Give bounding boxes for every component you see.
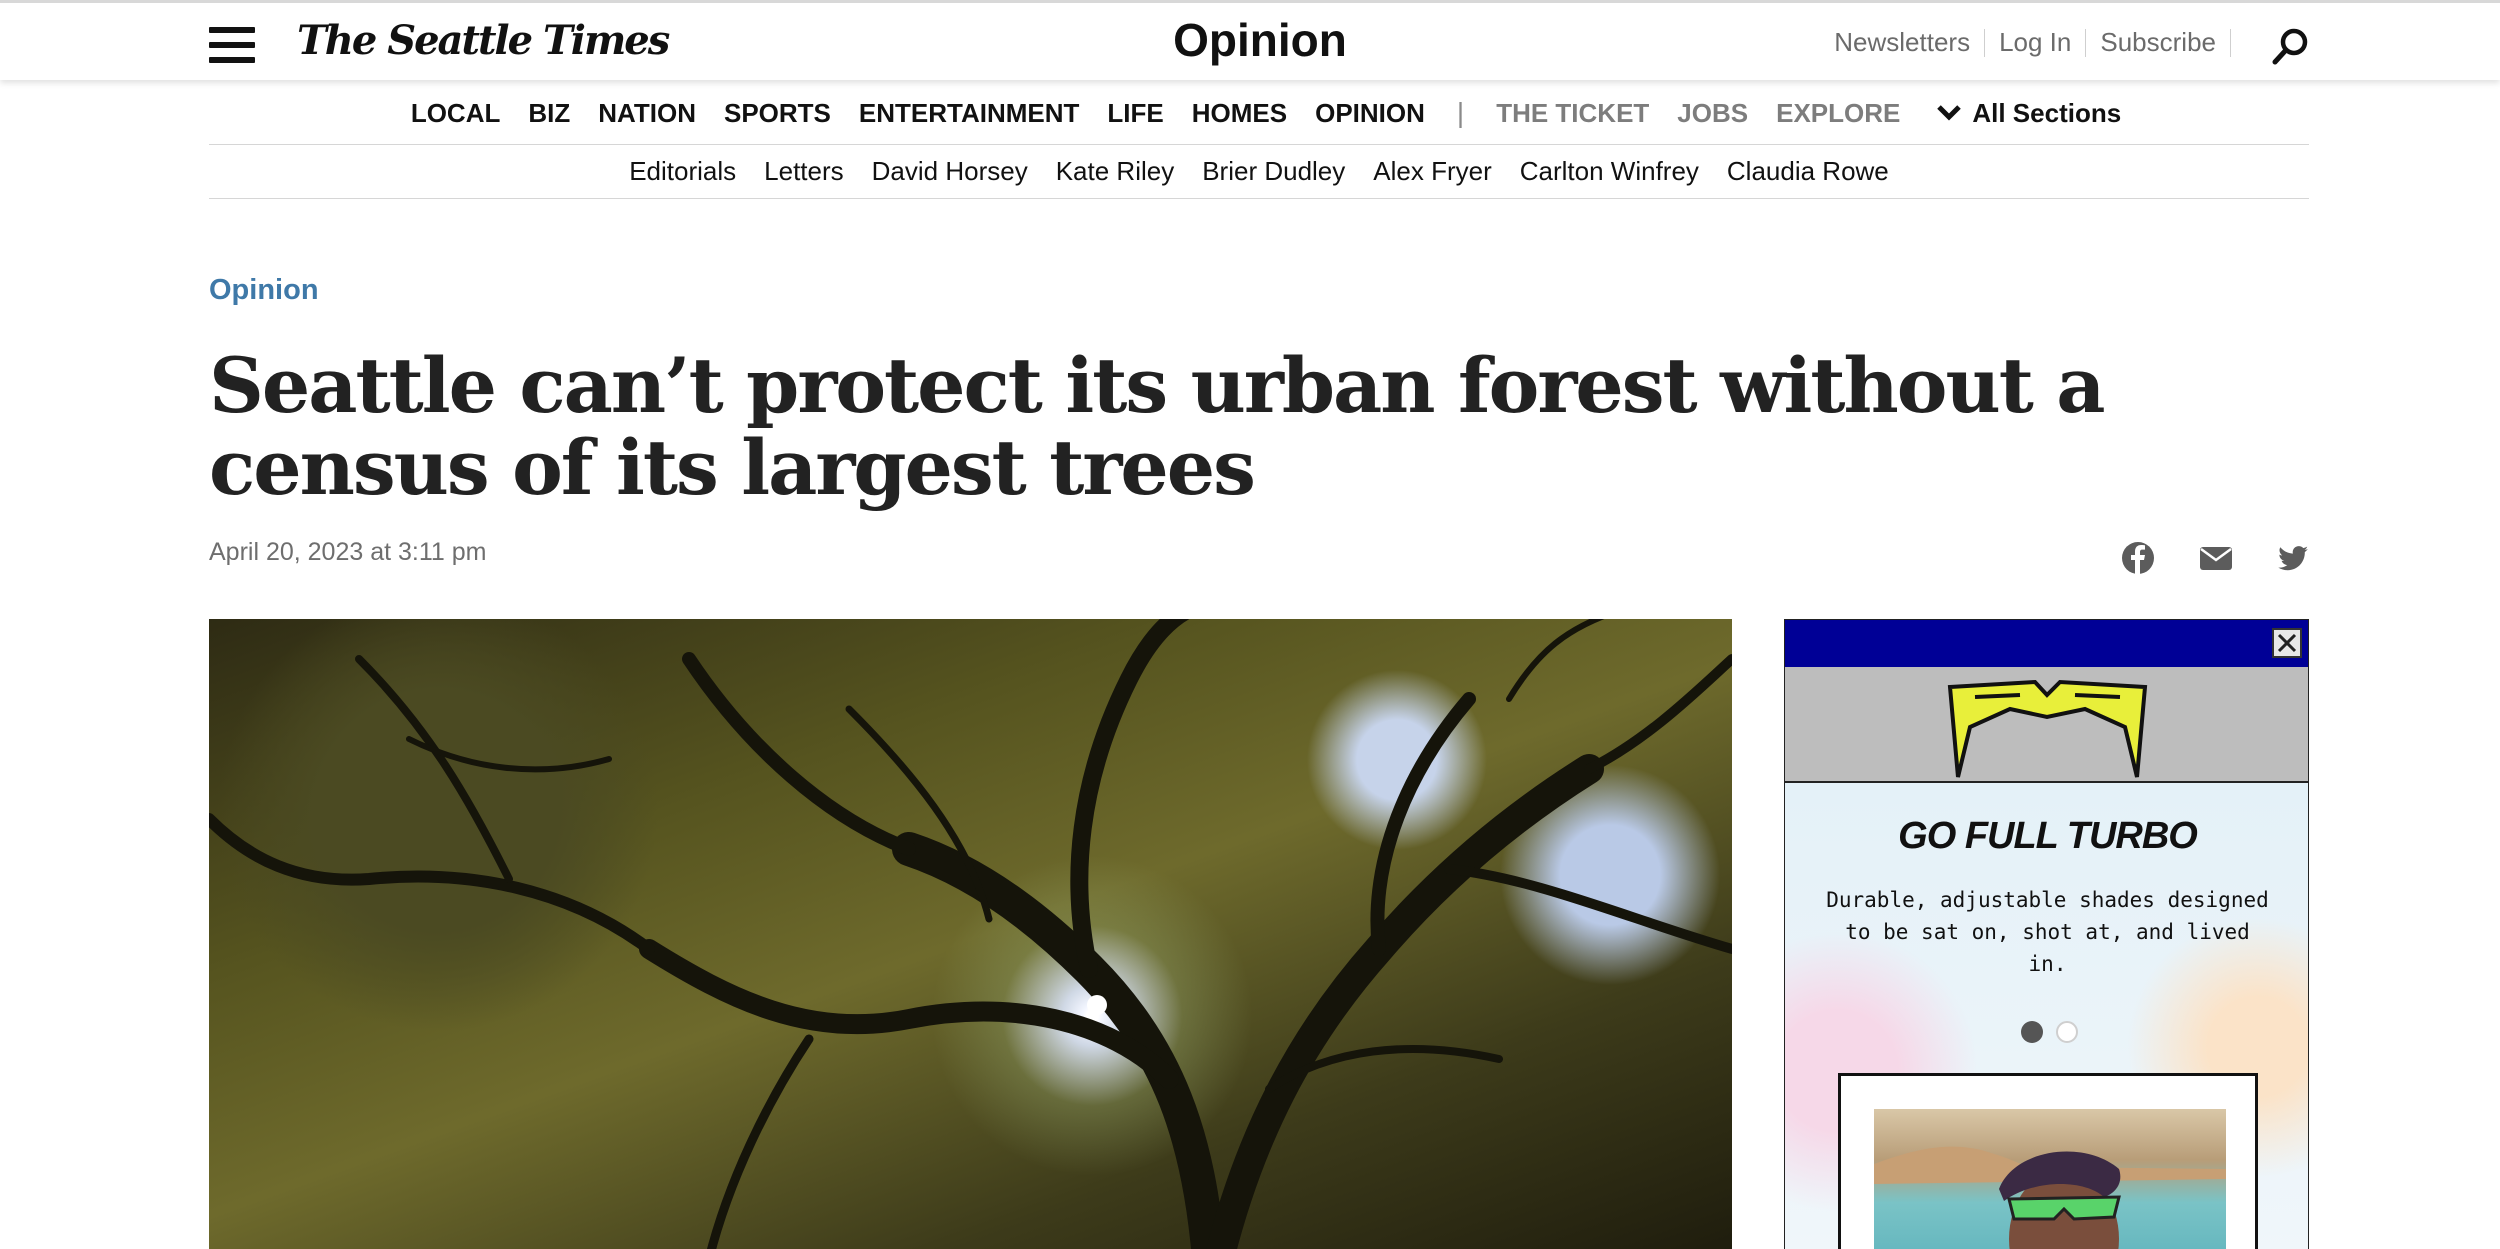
section-title[interactable]: Opinion [1050, 13, 1470, 67]
nav-entertainment[interactable]: ENTERTAINMENT [859, 98, 1080, 129]
ad-product-frame[interactable] [1838, 1073, 2258, 1249]
pit-viper-logo [1947, 679, 2148, 778]
subnav-david-horsey[interactable]: David Horsey [872, 156, 1028, 187]
subnav-letters[interactable]: Letters [764, 156, 844, 187]
twitter-icon[interactable] [2275, 540, 2311, 576]
ad-top-bar [1785, 620, 2308, 667]
search-icon[interactable] [2272, 27, 2310, 65]
chevron-down-icon [1937, 105, 1962, 121]
opinion-subnav: Editorials Letters David Horsey Kate Ril… [209, 145, 2309, 199]
divider [2230, 28, 2231, 57]
divider [2085, 28, 2087, 57]
subnav-alex-fryer[interactable]: Alex Fryer [1373, 156, 1491, 187]
nav-separator: | [1456, 97, 1465, 128]
ad-carousel-dot-2[interactable] [2056, 1021, 2078, 1043]
hero-image-tree [209, 619, 1732, 1249]
ad-logo-band [1785, 667, 2308, 783]
nav-homes[interactable]: HOMES [1192, 98, 1287, 129]
top-bar: The Seattle Times Opinion Newsletters Lo… [0, 0, 2500, 80]
nav-jobs[interactable]: JOBS [1677, 98, 1748, 129]
email-icon[interactable] [2198, 540, 2234, 576]
nav-nation[interactable]: NATION [598, 98, 696, 129]
all-sections-label: All Sections [1972, 97, 2122, 128]
nav-life[interactable]: LIFE [1107, 98, 1163, 129]
main-navigation: LOCAL BIZ NATION SPORTS ENTERTAINMENT LI… [209, 82, 2309, 145]
ad-carousel-dot-1[interactable] [2021, 1021, 2043, 1043]
site-logo[interactable]: The Seattle Times [297, 17, 670, 64]
advertisement[interactable]: GO FULL TURBO Durable, adjustable shades… [1784, 619, 2309, 1249]
all-sections-button[interactable]: All Sections [1936, 98, 2121, 129]
ad-headline: GO FULL TURBO [1898, 815, 2198, 857]
article-headline: Seattle can’t protect its urban forest w… [209, 341, 2106, 512]
close-icon[interactable] [2272, 628, 2302, 658]
nav-opinion[interactable]: OPINION [1315, 98, 1425, 129]
nav-explore[interactable]: EXPLORE [1776, 98, 1900, 129]
ad-copy: Durable, adjustable shades designed to b… [1826, 888, 2269, 976]
menu-icon[interactable] [209, 25, 255, 65]
nav-the-ticket[interactable]: THE TICKET [1496, 98, 1649, 129]
article-kicker[interactable]: Opinion [209, 274, 319, 307]
login-link[interactable]: Log In [1999, 27, 2071, 58]
nav-sports[interactable]: SPORTS [724, 98, 831, 129]
subscribe-link[interactable]: Subscribe [2100, 27, 2216, 58]
subnav-editorials[interactable]: Editorials [629, 156, 736, 187]
subnav-brier-dudley[interactable]: Brier Dudley [1202, 156, 1345, 187]
nav-local[interactable]: LOCAL [411, 98, 501, 129]
account-links: Newsletters Log In Subscribe [1834, 27, 2245, 58]
subnav-carlton-winfrey[interactable]: Carlton Winfrey [1520, 156, 1699, 187]
nav-biz[interactable]: BIZ [528, 98, 570, 129]
subnav-kate-riley[interactable]: Kate Riley [1056, 156, 1175, 187]
subnav-claudia-rowe[interactable]: Claudia Rowe [1727, 156, 1889, 187]
article-dateline: April 20, 2023 at 3:11 pm [209, 538, 487, 566]
newsletters-link[interactable]: Newsletters [1834, 27, 1970, 58]
facebook-icon[interactable] [2120, 540, 2156, 576]
divider [1984, 28, 1986, 57]
ad-product-photo [1874, 1109, 2226, 1249]
